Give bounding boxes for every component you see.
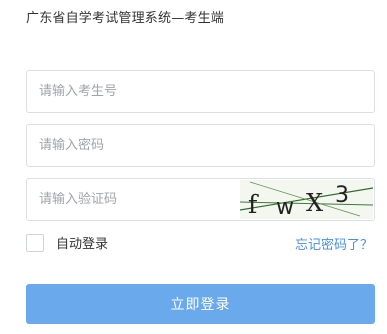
- password-input[interactable]: [27, 125, 374, 166]
- auto-login-label: 自动登录: [56, 237, 109, 252]
- password-field-box: [26, 124, 375, 167]
- auto-login-option[interactable]: 自动登录: [26, 233, 108, 252]
- svg-text:f: f: [248, 190, 259, 219]
- svg-text:w: w: [276, 195, 294, 219]
- captcha-image[interactable]: f w X 3: [240, 180, 373, 219]
- svg-text:X: X: [306, 189, 323, 217]
- auto-login-checkbox[interactable]: [26, 233, 44, 252]
- svg-text:3: 3: [335, 183, 349, 208]
- page-title: 广东省自学考试管理系统—考生端: [26, 11, 225, 26]
- login-button[interactable]: 立即登录: [26, 284, 375, 324]
- captcha-input[interactable]: [27, 179, 237, 220]
- exam-number-field-box: [26, 70, 375, 113]
- captcha-graphic: f w X 3: [240, 181, 373, 219]
- exam-number-input[interactable]: [27, 71, 374, 112]
- captcha-field-box: f w X 3: [26, 178, 375, 221]
- forgot-password-link[interactable]: 忘记密码了？: [295, 234, 373, 253]
